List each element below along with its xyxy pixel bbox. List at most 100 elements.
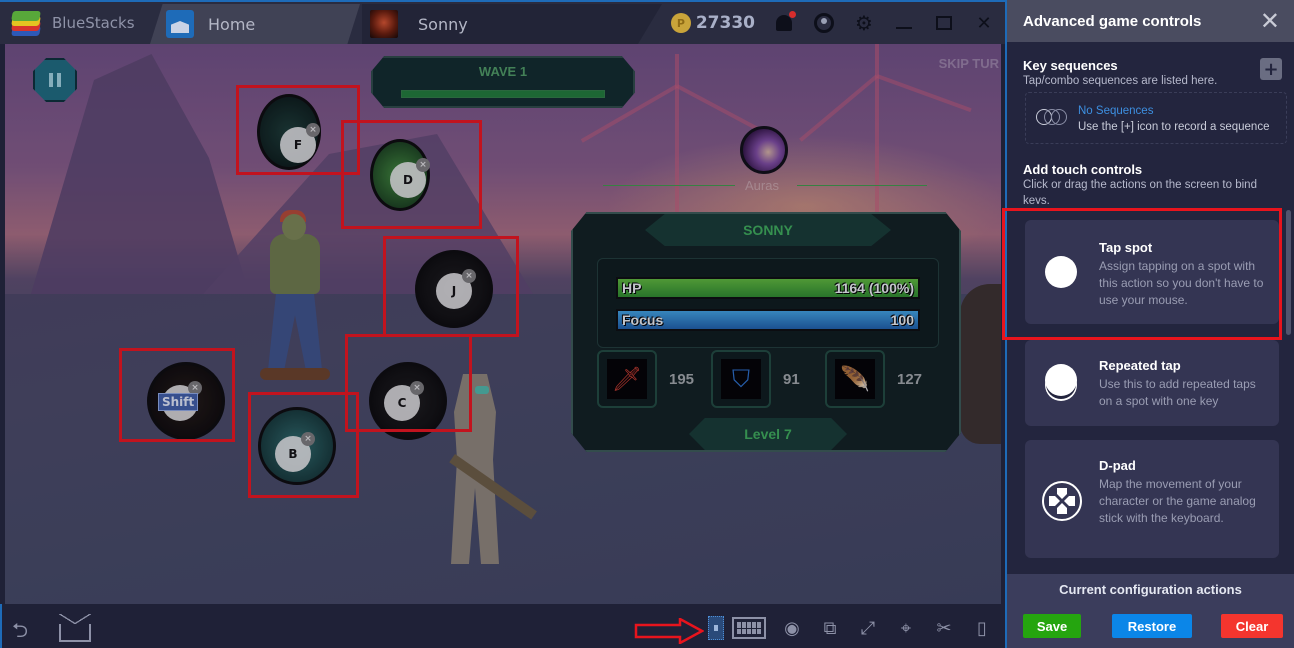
game-viewport[interactable]: WAVE 1 SKIP TUR Auras SONNY HP 1164 (100… [5,44,1001,604]
close-panel-icon[interactable]: ✕ [1260,9,1280,33]
tab-home-label: Home [208,14,256,34]
notifications-button[interactable] [773,11,796,34]
auras-label: Auras [745,178,779,193]
sequence-list-empty: No Sequences Use the [+] icon to record … [1025,92,1287,144]
dpad-card[interactable]: D-pad Map the movement of your character… [1025,440,1279,558]
key-sequences-subtitle: Tap/combo sequences are listed here. [1023,75,1218,87]
lock-icon[interactable] [708,616,724,640]
enemy-character[interactable] [960,284,1001,444]
close-icon: ✕ [976,12,992,34]
highlight-box [383,236,519,337]
skip-turn-button[interactable]: SKIP TUR [939,56,999,71]
game-thumbnail-icon [370,10,398,38]
key-sequences-section: Key sequences Tap/combo sequences are li… [1023,58,1282,89]
save-button[interactable]: Save [1023,614,1081,638]
dpad-description: Map the movement of your character or th… [1099,477,1256,525]
wave-progress-bar [401,90,605,98]
close-window-button[interactable]: ✕ [973,12,995,34]
panel-scrollbar[interactable] [1286,210,1291,335]
rotate-icon[interactable]: ⧉ [818,616,842,640]
bell-icon [776,11,796,31]
gear-icon: ⚙ [855,11,873,35]
titlebar-controls: P 27330 ⚙ ✕ [670,8,995,38]
repeated-tap-description: Use this to add repeated taps on a spot … [1099,377,1256,408]
attack-value: 195 [669,370,695,388]
account-button[interactable] [813,12,835,34]
level-label: Level 7 [689,418,847,450]
auras-icon[interactable] [740,126,788,174]
speed-value: 127 [897,370,923,388]
highlight-box [345,334,472,432]
android-home-icon[interactable] [59,614,91,642]
tab-sonny[interactable]: Sonny [362,4,662,44]
brand-name: BlueStacks [52,14,135,32]
add-sequence-button[interactable]: + [1260,58,1282,80]
maximize-button[interactable] [933,12,955,34]
focus-label: Focus [622,312,664,328]
highlight-box [248,392,359,498]
advanced-controls-panel: Advanced game controls ✕ Key sequences T… [1002,0,1294,648]
shield-icon: ⛉ [721,359,761,399]
character-name: SONNY [645,214,891,246]
title-bar: BlueStacks Home Sonny P 27330 ⚙ ✕ [0,0,1005,44]
stat-attack: 🗡 195 [597,350,694,408]
dpad-icon [1042,481,1082,521]
focus-value: 100 [890,312,914,328]
fullscreen-icon[interactable]: ⤢ [856,616,880,640]
touch-controls-title: Add touch controls [1023,162,1143,177]
minimize-icon [896,27,912,29]
repeated-tap-title: Repeated tap [1099,358,1181,373]
toolbar-icons: ◉ ⧉ ⤢ ⌖ ✂ ▯ [708,614,994,642]
coin-count: 27330 [695,13,755,33]
keyboard-icon[interactable] [732,617,766,639]
hero-character[interactable] [260,210,330,382]
scissors-icon[interactable]: ✂ [932,616,956,640]
hp-value: 1164 (100%) [834,280,914,296]
key-sequences-title: Key sequences [1023,58,1118,73]
sequence-icon [1036,109,1070,127]
tab-home[interactable]: Home [150,4,360,44]
feather-icon: 🪶 [835,359,875,399]
settings-button[interactable]: ⚙ [853,11,875,35]
windmill-blade [799,74,879,142]
configuration-actions-title: Current configuration actions [1059,582,1242,597]
home-icon [166,10,194,38]
hp-bar: HP 1164 (100%) [616,277,920,299]
panel-title: Advanced game controls [1023,12,1202,30]
location-icon[interactable]: ⌖ [894,616,918,640]
minimize-button[interactable] [893,12,915,34]
focus-bar: Focus 100 [616,309,920,331]
coin-icon: P [670,13,691,33]
tab-sonny-label: Sonny [418,14,468,34]
divider [603,185,735,186]
back-icon[interactable]: ⮌ [12,620,28,640]
sword-icon: 🗡 [607,359,647,399]
panel-header: Advanced game controls ✕ [1007,0,1294,42]
highlight-box [119,348,235,442]
repeated-tap-card[interactable]: Repeated tap Use this to add repeated ta… [1025,340,1279,426]
maximize-icon [936,16,952,30]
bars-container: HP 1164 (100%) Focus 100 [597,258,939,348]
brand: BlueStacks [10,8,135,38]
touch-controls-section: Add touch controls Click or drag the act… [1023,162,1282,204]
wave-progress-fill [402,91,604,97]
stat-speed: 🪶 127 [825,350,922,408]
restore-button[interactable]: Restore [1112,614,1192,638]
shake-icon[interactable]: ▯ [970,616,994,640]
highlight-box [341,120,482,229]
pause-button[interactable] [33,58,77,102]
touch-controls-subtitle: Click or drag the actions on the screen … [1023,179,1257,204]
no-sequences-label: No Sequences [1078,105,1154,117]
divider [797,185,927,186]
dpad-title: D-pad [1099,458,1136,473]
clear-button[interactable]: Clear [1221,614,1283,638]
bluestacks-logo-icon [10,10,42,36]
repeated-tap-icon [1045,364,1077,396]
eye-icon[interactable]: ◉ [780,616,804,640]
coin-balance[interactable]: P 27330 [670,13,755,33]
windmill-blade [876,74,972,113]
highlight-box [1002,208,1282,340]
stat-defense: ⛉ 91 [711,350,800,408]
defense-value: 91 [783,370,800,388]
hp-label: HP [622,280,642,296]
